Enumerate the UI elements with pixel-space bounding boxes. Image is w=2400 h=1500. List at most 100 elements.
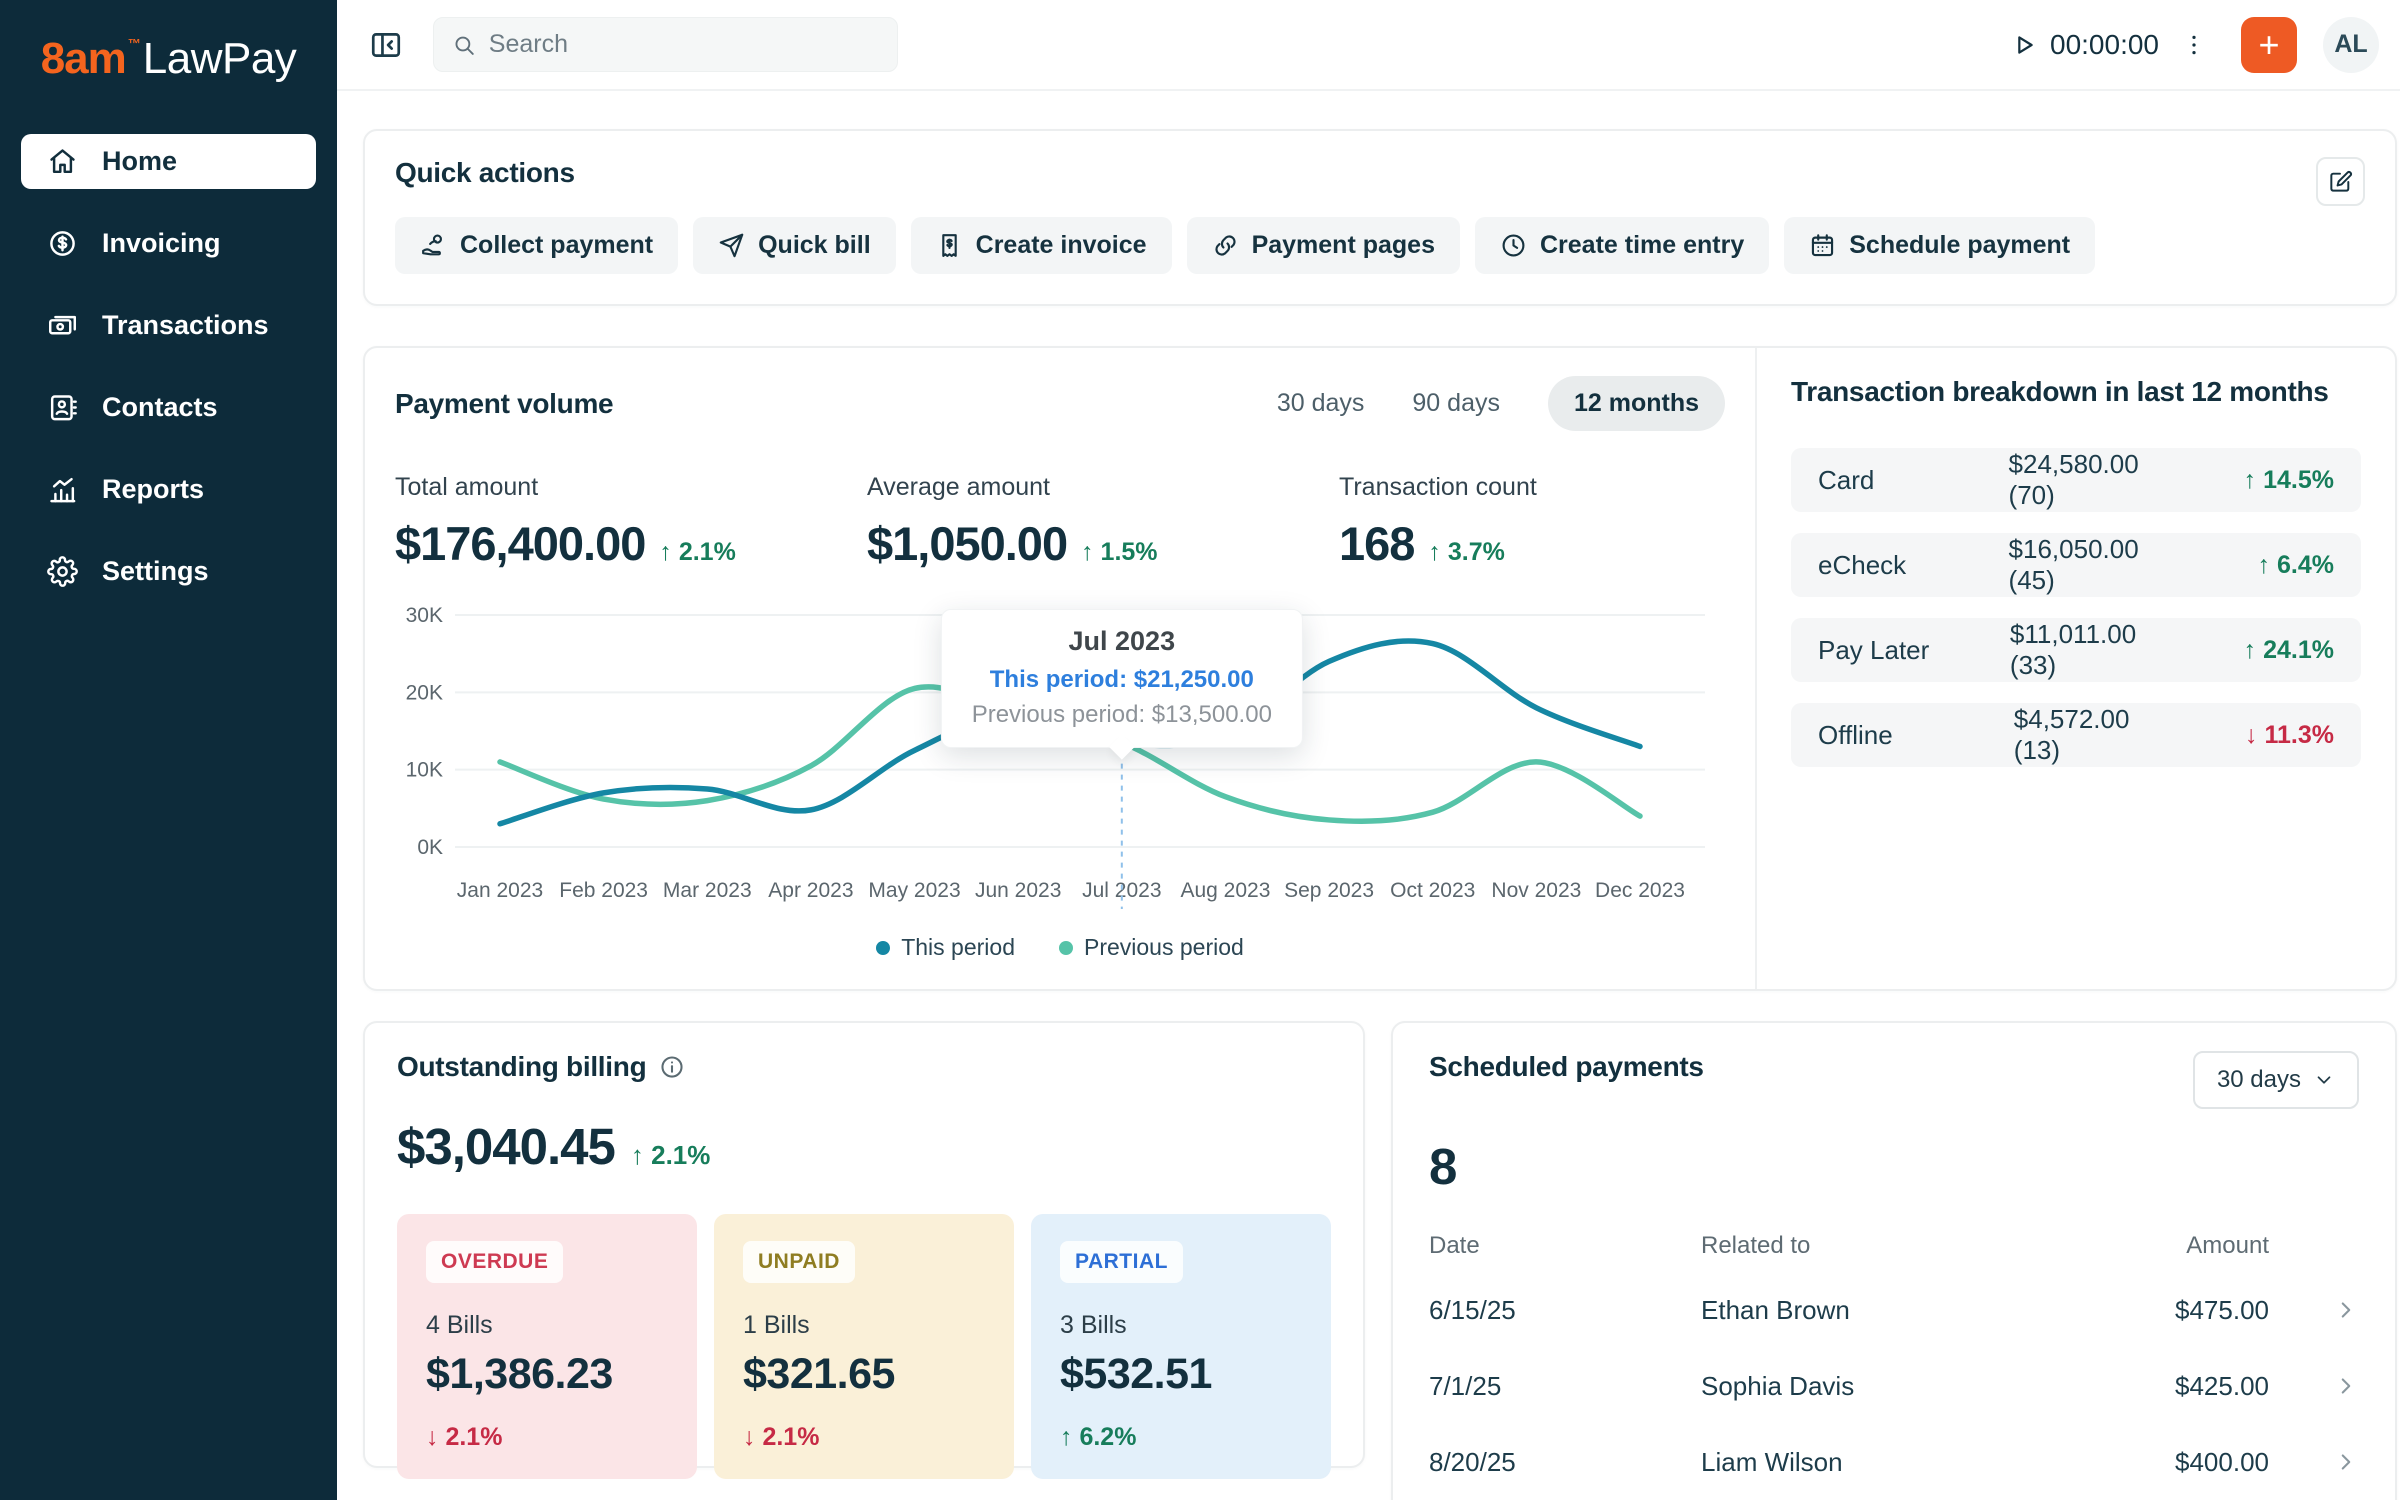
svg-text:Aug 2023: Aug 2023 (1180, 879, 1270, 902)
billing-card-unpaid: UNPAID1 Bills$321.65↓ 2.1% (714, 1214, 1014, 1479)
search-input[interactable] (489, 30, 879, 59)
payment-date: 7/1/25 (1429, 1371, 1701, 1402)
collect-payment-icon (420, 232, 447, 259)
status-badge: PARTIAL (1060, 1241, 1183, 1283)
edit-icon (2328, 169, 2353, 194)
quick-action-label: Quick bill (758, 231, 871, 260)
period-tabs: 30 days 90 days 12 months (1277, 376, 1725, 431)
search-box[interactable] (433, 17, 898, 72)
stat-change: ↑ 2.1% (659, 538, 735, 567)
sidebar-item-label: Settings (102, 556, 209, 587)
stat-change: ↑ 1.5% (1081, 538, 1157, 567)
tab-90-days[interactable]: 90 days (1412, 389, 1500, 418)
scheduled-payments-title: Scheduled payments (1429, 1051, 1704, 1083)
tooltip-title: Jul 2023 (972, 626, 1272, 657)
app-logo: 8am™LawPay (0, 34, 337, 84)
svg-text:Sep 2023: Sep 2023 (1284, 879, 1374, 902)
stat-value: $176,400.00 (395, 516, 645, 571)
sidebar-item-contacts[interactable]: Contacts (21, 380, 316, 435)
payment-pages-icon (1212, 232, 1239, 259)
chevron-down-icon (2313, 1069, 2335, 1091)
tab-30-days[interactable]: 30 days (1277, 389, 1365, 418)
play-icon[interactable] (2010, 31, 2038, 59)
svg-text:20K: 20K (406, 681, 443, 704)
sidebar-item-transactions[interactable]: Transactions (21, 298, 316, 353)
sidebar-item-label: Home (102, 146, 177, 177)
collect-payment-button[interactable]: Collect payment (395, 217, 678, 274)
legend-dot-icon (1059, 941, 1073, 955)
stat-value: $1,050.00 (867, 516, 1067, 571)
sidebar-item-label: Transactions (102, 310, 269, 341)
table-row[interactable]: 7/1/25Sophia Davis$425.00 (1429, 1348, 2359, 1424)
sidebar-item-reports[interactable]: Reports (21, 462, 316, 517)
svg-text:Jan 2023: Jan 2023 (457, 879, 543, 902)
bills-change: ↓ 2.1% (743, 1423, 985, 1452)
quick-actions-title: Quick actions (395, 157, 2365, 189)
svg-text:Dec 2023: Dec 2023 (1595, 879, 1685, 902)
breakdown-row-echeck: eCheck$16,050.00 (45)↑ 6.4% (1791, 533, 2361, 597)
col-date: Date (1429, 1232, 1701, 1260)
schedule-payment-button[interactable]: Schedule payment (1784, 217, 2095, 274)
create-invoice-icon (936, 232, 963, 259)
create-time-entry-icon (1500, 232, 1527, 259)
quick-action-label: Schedule payment (1849, 231, 2070, 260)
stat-label: Total amount (395, 473, 867, 502)
payment-amount: $400.00 (1909, 1447, 2269, 1478)
sidebar-nav: Home Invoicing Transactions Contacts Reports… (0, 134, 337, 599)
search-icon (452, 32, 476, 58)
payment-pages-button[interactable]: Payment pages (1187, 217, 1460, 274)
bills-count: 1 Bills (743, 1311, 985, 1340)
sidebar-item-settings[interactable]: Settings (21, 544, 316, 599)
payment-volume-title: Payment volume (395, 388, 613, 420)
quick-bill-button[interactable]: Quick bill (693, 217, 896, 274)
breakdown-value: $16,050.00 (45) (2009, 534, 2184, 596)
avatar[interactable]: AL (2323, 17, 2379, 73)
stat-label: Transaction count (1339, 473, 1537, 502)
create-invoice-button[interactable]: Create invoice (911, 217, 1172, 274)
sidebar-item-label: Reports (102, 474, 204, 505)
scheduled-filter-dropdown[interactable]: 30 days (2193, 1051, 2359, 1109)
svg-text:Oct 2023: Oct 2023 (1390, 879, 1475, 902)
sidebar-collapse-button[interactable] (367, 26, 405, 64)
payment-related-to: Ethan Brown (1701, 1295, 1909, 1326)
add-button[interactable]: + (2241, 17, 2297, 73)
breakdown-row-pay-later: Pay Later$11,011.00 (33)↑ 24.1% (1791, 618, 2361, 682)
create-time-entry-button[interactable]: Create time entry (1475, 217, 1769, 274)
chart-legend: This period Previous period (395, 934, 1725, 961)
sidebar: 8am™LawPay Home Invoicing Transactions Cont… (0, 0, 337, 1500)
bills-amount: $532.51 (1060, 1350, 1302, 1399)
stat-label: Average amount (867, 473, 1339, 502)
transaction-breakdown-panel: Transaction breakdown in last 12 months … (1755, 348, 2395, 989)
quick-actions-card: Quick actions Collect payment Quick bill C… (363, 129, 2397, 306)
chevron-right-icon (2333, 1449, 2359, 1475)
timer-value: 00:00:00 (2050, 29, 2159, 61)
breakdown-value: $11,011.00 (33) (2010, 619, 2182, 681)
svg-text:Nov 2023: Nov 2023 (1491, 879, 1581, 902)
sidebar-item-invoicing[interactable]: Invoicing (21, 216, 316, 271)
edit-quick-actions-button[interactable] (2316, 157, 2365, 206)
tab-12-months[interactable]: 12 months (1548, 376, 1725, 431)
breakdown-change: ↑ 14.5% (2183, 466, 2334, 495)
chevron-right-icon (2333, 1373, 2359, 1399)
panel-collapse-icon (369, 28, 403, 62)
svg-text:Mar 2023: Mar 2023 (663, 879, 752, 902)
breakdown-change: ↑ 6.4% (2183, 551, 2334, 580)
stat-average-amount: Average amount $1,050.00 ↑ 1.5% (867, 473, 1339, 571)
quick-action-label: Collect payment (460, 231, 653, 260)
table-row[interactable]: 6/15/25Ethan Brown$475.00 (1429, 1272, 2359, 1348)
table-row[interactable]: 8/20/25Liam Wilson$400.00 (1429, 1424, 2359, 1500)
svg-text:10K: 10K (406, 759, 443, 782)
breakdown-row-offline: Offline$4,572.00 (13)↓ 11.3% (1791, 703, 2361, 767)
breakdown-label: eCheck (1818, 550, 2009, 581)
info-icon[interactable] (659, 1054, 685, 1080)
stat-transaction-count: Transaction count168↑ 3.7% (1339, 473, 1537, 571)
legend-label: Previous period (1084, 934, 1244, 961)
breakdown-change: ↑ 24.1% (2182, 636, 2334, 665)
payment-amount: $425.00 (1909, 1371, 2269, 1402)
logo-trademark: ™ (128, 36, 141, 51)
timer-menu-button[interactable] (2179, 28, 2209, 62)
sidebar-item-home[interactable]: Home (21, 134, 316, 189)
legend-label: This period (901, 934, 1015, 961)
payment-date: 6/15/25 (1429, 1295, 1701, 1326)
svg-text:Apr 2023: Apr 2023 (768, 879, 853, 902)
